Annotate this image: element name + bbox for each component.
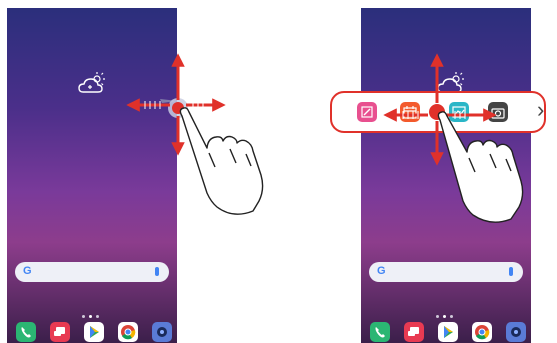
app-dock: [366, 322, 526, 343]
phone-app-icon[interactable]: [370, 322, 390, 342]
hand-pointer-icon: [179, 107, 264, 215]
phone-app-icon[interactable]: [16, 322, 36, 342]
chevron-right-icon[interactable]: ›: [537, 99, 544, 121]
app-dock: [12, 322, 172, 343]
camera-app-icon[interactable]: [488, 102, 508, 122]
google-g-icon: G: [377, 265, 386, 277]
google-g-icon: G: [23, 265, 32, 277]
play-store-app-icon[interactable]: [438, 322, 458, 342]
google-search-bar[interactable]: G: [15, 262, 169, 282]
messages-app-icon[interactable]: [404, 322, 424, 342]
weather-icon[interactable]: [77, 70, 107, 96]
calendar-app-icon[interactable]: [400, 102, 420, 122]
camera-app-icon[interactable]: [506, 322, 526, 342]
page-indicator: [434, 305, 458, 318]
google-search-bar[interactable]: G: [369, 262, 523, 282]
mic-icon[interactable]: [155, 267, 159, 276]
edit-app-icon[interactable]: [357, 102, 377, 122]
chrome-app-icon[interactable]: [472, 322, 492, 342]
messages-app-icon[interactable]: [50, 322, 70, 342]
gallery-app-icon[interactable]: [449, 102, 469, 122]
page-indicator: [80, 305, 104, 318]
home-screen-left: G: [7, 8, 177, 343]
chrome-app-icon[interactable]: [118, 322, 138, 342]
home-screen-right: G: [361, 8, 531, 343]
camera-app-icon[interactable]: [152, 322, 172, 342]
mic-icon[interactable]: [509, 267, 513, 276]
play-store-app-icon[interactable]: [84, 322, 104, 342]
